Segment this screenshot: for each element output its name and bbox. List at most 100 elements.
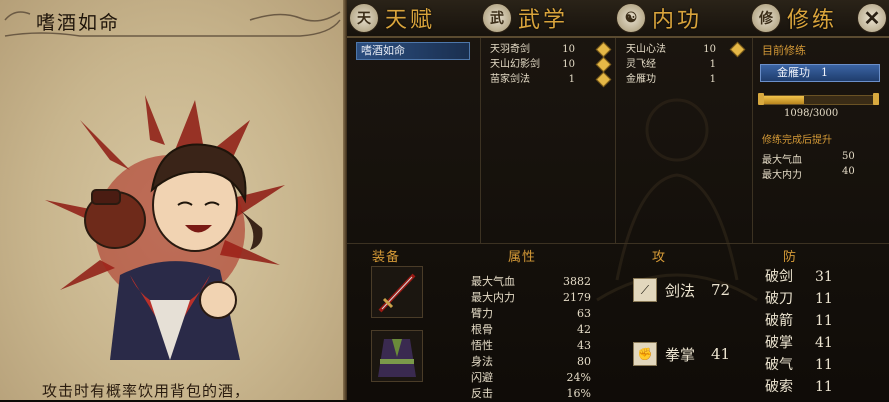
meditation-figure-watermark [596,98,758,302]
equipment-header: 装备 [372,250,401,265]
progress-cap [873,93,879,105]
defense-label: 破气 [765,357,793,373]
defense-label: 破掌 [765,335,793,351]
defense-label: 破剑 [765,269,793,285]
training-progress-text: 1098/3000 [784,108,839,119]
martial-art-name: 天羽奇剑 [490,44,530,55]
tab-martial[interactable]: 武 武学 [482,0,568,36]
attribute-label: 反击 [471,387,493,400]
defense-row: 破箭 11 [765,311,835,331]
martial-art-row[interactable]: 苗家剑法 1 [490,72,610,87]
defense-value: 11 [815,291,833,307]
defense-header: 防 [783,250,798,265]
attribute-label: 最大气血 [471,275,515,288]
attribute-value: 24% [566,371,591,384]
training-bonus-row: 最大气血 50 [762,151,855,166]
column-divider [752,38,753,243]
attribute-label: 身法 [471,355,493,368]
attribute-row: 根骨 42 [471,322,591,338]
tab-training[interactable]: 修 修练 [751,0,837,36]
attribute-row: 臂力 63 [471,306,591,322]
current-training-button[interactable]: 金雁功 1 [760,64,880,82]
defense-label: 破刀 [765,291,793,307]
talent-list-item-selected[interactable]: 嗜酒如命 [356,42,470,60]
section-divider [347,243,889,244]
training-bonus-title: 修练完成后提升 [762,135,832,146]
attribute-label: 闪避 [471,371,493,384]
tab-talent-label: 天赋 [385,8,436,33]
defense-row: 破索 11 [765,377,835,397]
defense-label: 破索 [765,379,793,395]
attack-row: ⟋ 剑法 72 [633,277,743,303]
martial-art-name: 苗家剑法 [490,74,530,85]
training-icon: 修 [751,3,781,33]
inner-art-row[interactable]: 灵飞经 1 [626,57,746,72]
martial-icon: 武 [482,3,512,33]
attribute-row: 闪避 24% [471,370,591,386]
training-bonus-row: 最大内力 40 [762,166,855,181]
sword-skill-icon: ⟋ [633,278,657,302]
column-divider [480,38,481,243]
inner-art-level: 10 [703,44,716,55]
yin-yang-icon: ☯ [616,3,646,33]
attribute-value: 2179 [563,291,591,304]
attack-value: 41 [711,345,731,363]
attribute-value: 80 [577,355,591,368]
inner-art-level: 1 [709,59,716,70]
training-title: 目前修练 [762,44,806,57]
inner-art-row[interactable]: 金雁功 1 [626,72,746,87]
inner-art-level: 1 [709,74,716,85]
martial-art-row[interactable]: 天羽奇剑 10 [490,42,610,57]
progress-cap [758,93,764,105]
bonus-label: 最大气血 [762,155,802,166]
defense-value: 31 [815,269,833,285]
defense-value: 11 [815,379,833,395]
inner-art-row[interactable]: 天山心法 10 [626,42,746,57]
close-button[interactable]: ✕ [857,3,887,33]
attribute-value: 43 [577,339,591,352]
tab-training-label: 修练 [787,8,838,33]
defense-row: 破剑 31 [765,267,835,287]
attribute-value: 63 [577,307,591,320]
attack-label: 拳掌 [665,345,696,364]
martial-art-level: 10 [562,44,575,55]
defense-value: 11 [815,357,833,373]
inner-art-name: 灵飞经 [626,59,656,70]
tab-talent[interactable]: 天 天赋 [349,0,435,36]
tab-martial-label: 武学 [518,8,569,33]
column-divider [615,38,616,243]
martial-art-level: 10 [562,59,575,70]
bonus-value: 50 [842,151,855,162]
attack-header: 攻 [652,250,667,265]
bonus-value: 40 [842,166,855,177]
defense-value: 41 [815,335,833,351]
martial-art-name: 天山幻影剑 [490,59,540,70]
fist-skill-icon: ✊ [633,342,657,366]
defense-row: 破气 11 [765,355,835,375]
inner-art-name: 金雁功 [626,74,656,85]
bonus-label: 最大内力 [762,170,802,181]
attack-label: 剑法 [665,281,696,300]
talent-card-description: 攻击时有概率饮用背包的酒， [42,382,251,400]
martial-art-row[interactable]: 天山幻影剑 10 [490,57,610,72]
attribute-value: 3882 [563,275,591,288]
defense-value: 11 [815,313,833,329]
attribute-value: 42 [577,323,591,336]
attribute-label: 臂力 [471,307,493,320]
defense-row: 破刀 11 [765,289,835,309]
attributes-header: 属性 [508,250,537,265]
tab-inner-label: 内功 [652,8,703,33]
attribute-row: 身法 80 [471,354,591,370]
defense-label: 破箭 [765,313,793,329]
attribute-label: 根骨 [471,323,493,336]
current-training-label: 金雁功 1 [777,66,828,79]
attack-value: 72 [711,281,731,299]
weapon-slot[interactable] [371,266,423,318]
attribute-row: 最大气血 3882 [471,274,591,290]
attribute-row: 最大内力 2179 [471,290,591,306]
attribute-row: 悟性 43 [471,338,591,354]
robe-icon [378,339,416,377]
talent-card-title: 嗜酒如命 [36,12,121,34]
tab-inner[interactable]: ☯ 内功 [616,0,702,36]
armor-slot[interactable] [371,330,423,382]
